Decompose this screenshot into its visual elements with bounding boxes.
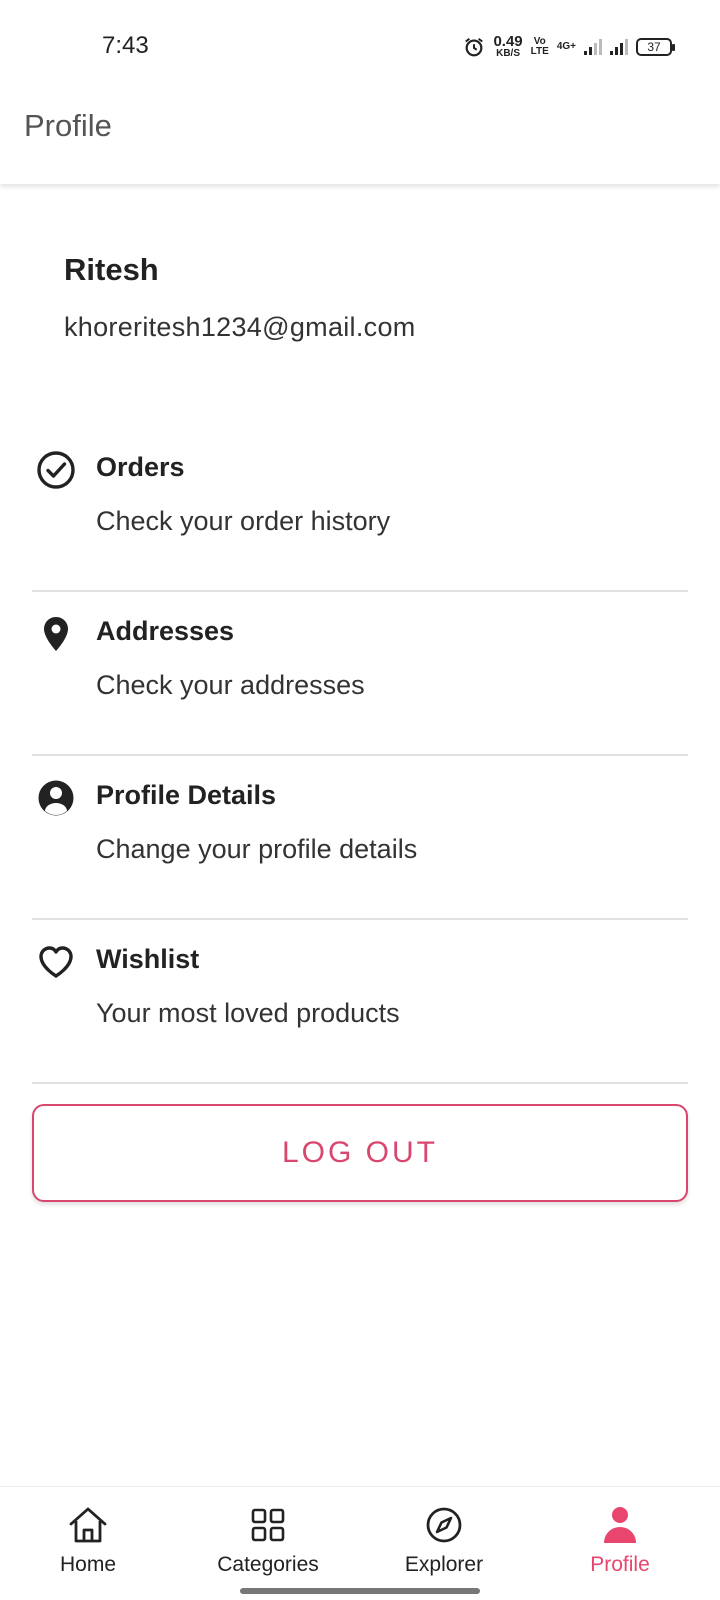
menu-item-subtitle: Check your order history bbox=[96, 506, 391, 536]
menu-item-title: Orders bbox=[96, 452, 185, 482]
alarm-icon bbox=[465, 37, 484, 56]
person-icon bbox=[604, 1507, 636, 1543]
nav-label: Home bbox=[59, 1553, 117, 1576]
menu-item-addresses[interactable]: Addresses Check your addresses bbox=[32, 592, 688, 756]
grid-icon bbox=[251, 1508, 285, 1542]
status-icons: 0.49 KB/S Vo LTE 4G+ 37 bbox=[463, 33, 675, 59]
nav-label: Profile bbox=[590, 1553, 650, 1576]
menu-item-orders[interactable]: Orders Check your order history bbox=[32, 428, 688, 592]
user-name: Ritesh bbox=[64, 252, 159, 287]
signal-icon-sim1 bbox=[584, 38, 602, 55]
menu-item-subtitle: Your most loved products bbox=[96, 998, 400, 1028]
user-email: khoreritesh1234@gmail.com bbox=[64, 312, 416, 342]
menu-item-title: Addresses bbox=[96, 616, 235, 646]
nav-label: Explorer bbox=[404, 1553, 484, 1576]
profile-menu: Orders Check your order history Addresse… bbox=[32, 428, 688, 1084]
nav-label: Categories bbox=[217, 1553, 319, 1576]
page-title: Profile bbox=[24, 108, 112, 143]
gesture-bar[interactable] bbox=[240, 1588, 480, 1594]
nav-item-explorer[interactable]: Explorer bbox=[364, 1503, 524, 1577]
net-speed: 0.49 KB/S bbox=[493, 33, 523, 59]
signal-icon-sim2 bbox=[610, 38, 628, 55]
volte-indicator: Vo LTE bbox=[530, 35, 549, 57]
nav-item-categories[interactable]: Categories bbox=[188, 1503, 348, 1577]
menu-item-subtitle: Change your profile details bbox=[96, 834, 418, 864]
nav-item-profile[interactable]: Profile bbox=[540, 1503, 700, 1577]
battery-icon: 37 bbox=[636, 37, 675, 56]
network-type: 4G+ bbox=[556, 41, 576, 52]
menu-item-subtitle: Check your addresses bbox=[96, 670, 365, 700]
menu-item-title: Wishlist bbox=[96, 944, 200, 974]
heart-icon bbox=[39, 946, 73, 978]
home-icon bbox=[69, 1507, 107, 1543]
check-circle-icon bbox=[37, 451, 75, 489]
location-pin-icon bbox=[44, 617, 68, 651]
menu-item-wishlist[interactable]: Wishlist Your most loved products bbox=[32, 920, 688, 1084]
menu-item-profile-details[interactable]: Profile Details Change your profile deta… bbox=[32, 756, 688, 920]
menu-item-title: Profile Details bbox=[96, 780, 277, 810]
account-circle-icon bbox=[38, 780, 74, 816]
status-bar: 7:43 0.49 KB/S Vo LTE 4G+ 37 bbox=[0, 0, 720, 92]
nav-item-home[interactable]: Home bbox=[8, 1503, 168, 1577]
compass-icon bbox=[426, 1507, 462, 1543]
app-bar: Profile bbox=[0, 92, 720, 184]
logout-button[interactable]: LOG OUT bbox=[32, 1104, 688, 1202]
status-time: 7:43 bbox=[102, 32, 149, 59]
bottom-nav: Home Categories Explorer Profile bbox=[0, 1486, 720, 1600]
